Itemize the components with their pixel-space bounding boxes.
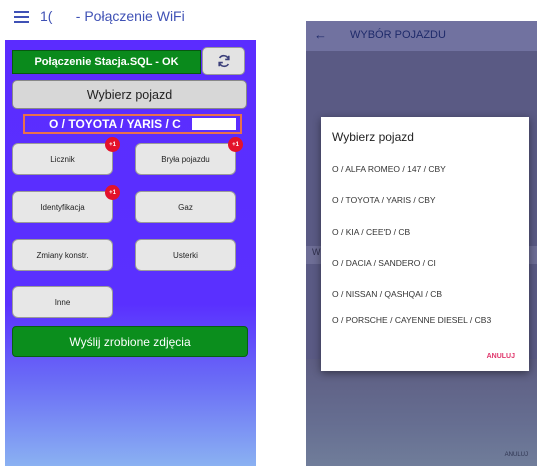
refresh-button[interactable] [202,47,245,75]
vehicle-option[interactable]: O / KIA / CEE'D / CB [332,227,522,237]
tile-label: Usterki [173,250,198,260]
badge-licznik: +1 [105,137,120,152]
tile-usterki[interactable]: Usterki [135,239,236,271]
tile-bryla-pojazdu[interactable]: Bryła pojazdu [135,143,236,175]
tile-label: Bryła pojazdu [161,154,210,164]
tile-licznik[interactable]: Licznik [12,143,113,175]
select-vehicle-button[interactable]: Wybierz pojazd [12,80,247,109]
background-gradient: ANULUJ [306,359,537,466]
dialog-title: Wybierz pojazd [332,130,414,144]
vehicle-option[interactable]: O / NISSAN / QASHQAI / CB [332,289,522,299]
vehicle-option[interactable]: O / DACIA / SANDERO / CI [332,258,522,268]
badge-identyfikacja: +1 [105,185,120,200]
tile-inne[interactable]: Inne [12,286,113,318]
left-phone-screen: 1( - Połączenie WiFi Połączenie Stacja.S… [0,0,259,466]
cancel-button[interactable]: ANULUJ [487,353,515,360]
tile-label: Gaz [178,202,193,212]
current-vehicle-text: O / TOYOTA / YARIS / C [49,117,181,131]
redaction-mask [192,118,236,130]
app-bar: 1( - Połączenie WiFi [0,0,259,40]
app-title-number: 1( [40,8,53,24]
vehicle-option[interactable]: O / PORSCHE / CAYENNE DIESEL / CB3 [332,315,502,325]
select-vehicle-dialog: Wybierz pojazd O / ALFA ROMEO / 147 / CB… [321,117,529,371]
background-letter: W [312,247,321,257]
app-title: 1( - Połączenie WiFi [40,8,185,24]
current-vehicle-label: O / TOYOTA / YARIS / C [23,114,242,134]
refresh-icon [217,54,230,68]
hamburger-icon[interactable] [14,11,29,24]
right-phone-screen: ← WYBÓR POJAZDU W ANULUJ Wybierz pojazd … [306,21,537,466]
tile-label: Inne [54,297,71,307]
send-photos-button[interactable]: Wyślij zrobione zdjęcia [12,326,248,357]
vehicle-select-title: WYBÓR POJAZDU [350,29,446,41]
app-title-text: - Połączenie WiFi [75,8,185,24]
tile-identyfikacja[interactable]: Identyfikacja [12,191,113,223]
tile-label: Identyfikacja [40,202,85,212]
vehicle-option[interactable]: O / ALFA ROMEO / 147 / CBY [332,164,522,174]
vehicle-select-app-bar: ← WYBÓR POJAZDU [306,21,537,51]
vehicle-option[interactable]: O / TOYOTA / YARIS / CBY [332,195,522,205]
tile-zmiany-konstr[interactable]: Zmiany konstr. [12,239,113,271]
tile-gaz[interactable]: Gaz [135,191,236,223]
connection-status-button[interactable]: Połączenie Stacja.SQL - OK [12,50,201,74]
background-cancel-text: ANULUJ [504,452,528,458]
back-arrow-icon[interactable]: ← [314,27,327,42]
tile-label: Zmiany konstr. [36,250,89,260]
main-panel: Połączenie Stacja.SQL - OK Wybierz pojaz… [5,40,256,466]
tile-label: Licznik [50,154,75,164]
badge-bryla-pojazdu: +1 [228,137,243,152]
